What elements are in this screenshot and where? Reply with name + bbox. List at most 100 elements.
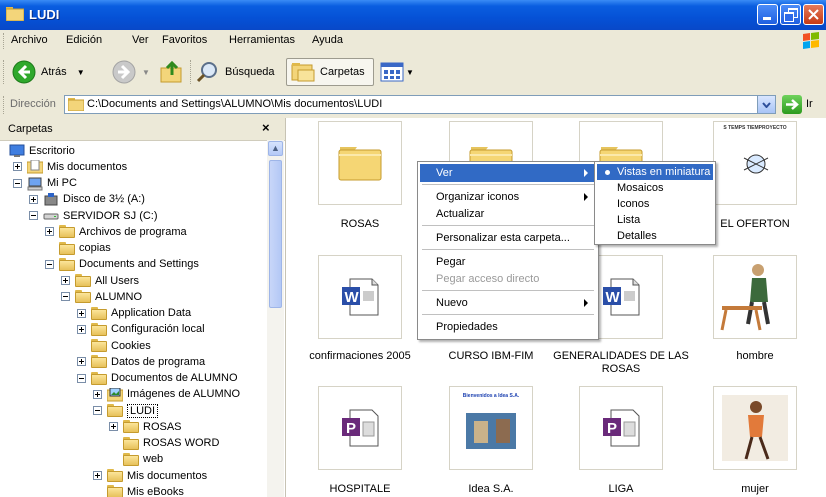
tree-item[interactable]: Escritorio [9, 142, 75, 159]
collapse-icon[interactable] [13, 178, 22, 188]
file-thumbnail[interactable]: W [318, 255, 402, 339]
tree-item[interactable]: copias [45, 240, 111, 257]
views-dropdown-icon[interactable]: ▼ [406, 68, 414, 77]
file-thumbnail[interactable]: S TEMPS TIEMPROYECTO [713, 121, 797, 205]
tree-item[interactable]: ROSAS WORD [109, 435, 219, 452]
tree-item[interactable]: Disco de 3½ (A:) [29, 191, 145, 208]
menu-ver[interactable]: Ver [132, 34, 149, 46]
forward-button[interactable]: ▼ [112, 58, 156, 86]
view-option[interactable]: Lista [597, 212, 713, 228]
expand-icon[interactable] [13, 162, 22, 172]
file-label[interactable]: ROSAS [285, 218, 435, 231]
minimize-button[interactable] [757, 4, 778, 25]
context-menu-item[interactable]: Actualizar [420, 205, 596, 223]
expand-icon[interactable] [29, 194, 38, 204]
folders-button[interactable]: Carpetas [286, 58, 374, 86]
context-menu-item[interactable]: Organizar iconos [420, 188, 596, 206]
chevron-down-icon [762, 102, 771, 108]
expand-icon[interactable] [93, 471, 102, 480]
expand-icon[interactable] [77, 357, 86, 367]
view-option[interactable]: Mosaicos [597, 180, 713, 196]
tree-item[interactable]: Datos de programa [77, 353, 205, 370]
up-folder-button[interactable] [160, 58, 188, 86]
maximize-button[interactable] [780, 4, 801, 25]
scroll-up-button[interactable]: ▲ [268, 141, 283, 156]
tree-item[interactable]: Mis documentos [93, 467, 207, 484]
go-label[interactable]: Ir [806, 98, 813, 110]
toolbar-grip[interactable] [3, 33, 7, 49]
menu-edicion[interactable]: Edición [66, 34, 102, 46]
collapse-icon[interactable] [45, 259, 54, 269]
context-menu-item[interactable]: Pegar [420, 253, 596, 271]
view-option[interactable]: Detalles [597, 228, 713, 244]
back-button[interactable]: Atrás ▼ [12, 58, 102, 86]
file-thumbnail[interactable]: Bienvenidos a Idea S.A. [449, 386, 533, 470]
address-dropdown-button[interactable] [757, 96, 775, 113]
collapse-icon[interactable] [61, 292, 70, 302]
collapse-icon[interactable] [77, 373, 86, 383]
tree-item[interactable]: web [109, 451, 163, 468]
context-menu-item[interactable]: Propiedades [420, 318, 596, 336]
file-label[interactable]: confirmaciones 2005 [285, 350, 435, 363]
tree-item[interactable]: Imágenes de ALUMNO [93, 386, 240, 403]
tree-item[interactable]: Mis eBooks [93, 483, 184, 497]
view-option[interactable]: Iconos [597, 196, 713, 212]
file-thumbnail[interactable]: P [318, 386, 402, 470]
title-bar[interactable]: LUDI [0, 0, 826, 30]
tree-item[interactable]: ROSAS [109, 418, 182, 435]
tree-item[interactable]: All Users [61, 272, 139, 289]
tree-item[interactable]: Documents and Settings [45, 256, 199, 273]
menu-ayuda[interactable]: Ayuda [312, 34, 343, 46]
tree-item[interactable]: Application Data [77, 305, 191, 322]
expand-icon[interactable] [77, 324, 86, 334]
collapse-icon[interactable] [29, 211, 38, 220]
context-menu-item[interactable]: Ver [420, 164, 596, 182]
address-input[interactable]: C:\Documents and Settings\ALUMNO\Mis doc… [64, 95, 776, 114]
tree-item[interactable]: Configuración local [77, 321, 205, 338]
file-label[interactable]: HOSPITALE [285, 483, 435, 496]
go-button[interactable] [782, 95, 802, 114]
back-dropdown-icon[interactable]: ▼ [77, 68, 85, 77]
collapse-icon[interactable] [93, 406, 102, 415]
tree-item[interactable]: Archivos de programa [45, 223, 187, 240]
menu-favoritos[interactable]: Favoritos [162, 34, 207, 46]
context-menu-item[interactable]: Nuevo [420, 294, 596, 312]
file-label[interactable]: GENERALIDADES DE LAS ROSAS [546, 350, 696, 376]
close-pane-button[interactable]: × [262, 120, 270, 135]
menu-archivo[interactable]: Archivo [11, 34, 48, 46]
file-label[interactable]: CURSO IBM-FIM [416, 350, 566, 363]
tree-item[interactable]: Cookies [77, 337, 151, 354]
folder-icon [338, 147, 382, 181]
file-label[interactable]: hombre [680, 350, 826, 363]
expand-icon[interactable] [45, 227, 54, 237]
tree-item[interactable]: ALUMNO [61, 288, 142, 305]
search-button[interactable]: Búsqueda [196, 58, 282, 86]
file-label[interactable]: LIGA [546, 483, 696, 496]
forward-dropdown-icon[interactable]: ▼ [142, 68, 150, 77]
file-thumbnail[interactable] [318, 121, 402, 205]
tree-item[interactable]: SERVIDOR SJ (C:) [29, 207, 158, 224]
close-button[interactable] [803, 4, 824, 25]
file-thumbnail[interactable] [713, 386, 797, 470]
expand-icon[interactable] [61, 276, 70, 285]
windows-logo-icon [803, 32, 819, 49]
menu-herramientas[interactable]: Herramientas [229, 34, 295, 46]
scrollbar-thumb[interactable] [269, 160, 282, 308]
expand-icon[interactable] [77, 308, 86, 318]
views-button[interactable]: ▼ [380, 58, 416, 86]
folder-tree[interactable]: Escritorio Mis documentos Mi PC Disco de 3½… [0, 140, 267, 497]
toolbar-grip[interactable] [3, 60, 7, 84]
expand-icon[interactable] [93, 389, 102, 399]
view-option[interactable]: Vistas en miniatura [597, 164, 713, 180]
file-label[interactable]: mujer [680, 483, 826, 496]
tree-item[interactable]: Documentos de ALUMNO [77, 370, 238, 387]
file-thumbnail[interactable] [713, 255, 797, 339]
context-menu-item[interactable]: Personalizar esta carpeta... [420, 229, 596, 247]
file-label[interactable]: Idea S.A. [416, 483, 566, 496]
tree-item[interactable]: Mi PC [13, 175, 77, 192]
toolbar-grip[interactable] [3, 96, 7, 114]
file-thumbnail[interactable]: P [579, 386, 663, 470]
expand-icon[interactable] [109, 422, 118, 432]
tree-item[interactable]: Mis documentos [13, 158, 127, 175]
tree-item[interactable]: LUDI [93, 402, 159, 419]
